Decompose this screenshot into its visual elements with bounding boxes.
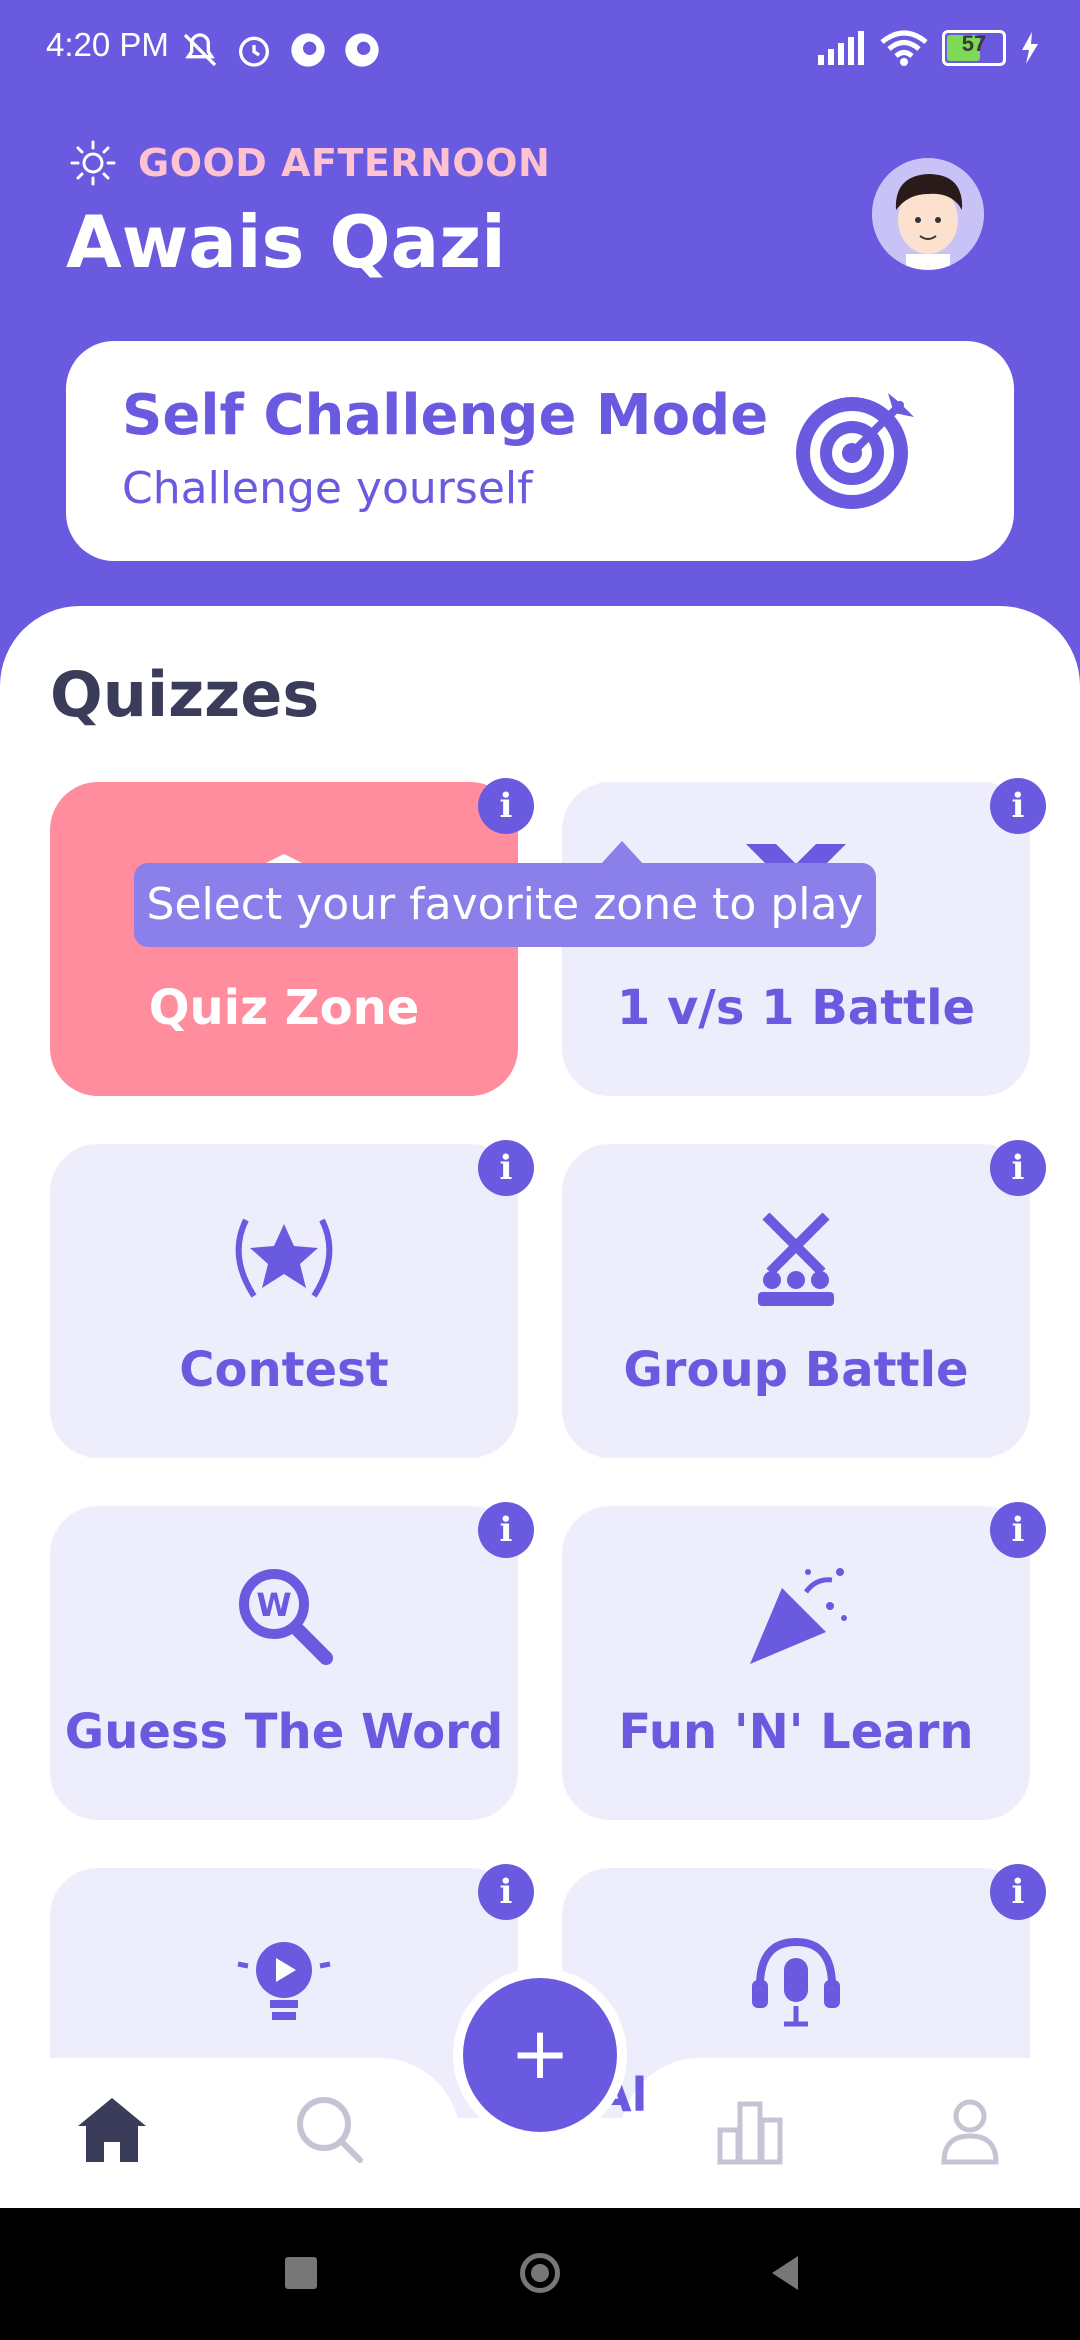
tooltip-text: Select your favorite zone to play [146,879,864,930]
user-name: Awais Qazi [66,200,506,284]
info-icon[interactable]: i [478,778,534,834]
nav-left-panel [0,2058,460,2208]
self-challenge-card[interactable]: Self Challenge Mode Challenge yourself [66,341,1014,561]
fun-learn-icon [750,1568,847,1664]
quiz-card-label: Guess The Word [64,1704,504,1760]
svg-text:W: W [256,1586,291,1624]
avatar-image [872,158,984,270]
status-time: 4:20 PM [46,26,169,63]
avatar[interactable] [872,158,984,270]
quiz-card-guess-the-word[interactable]: W Guess The Word [50,1506,518,1820]
info-icon[interactable]: i [990,1502,1046,1558]
search-icon[interactable] [290,2090,370,2170]
info-icon[interactable]: i [990,1140,1046,1196]
greeting-label: GOOD AFTERNOON [138,141,551,185]
signal-icon [818,31,864,65]
profile-icon[interactable] [930,2090,1010,2170]
quiz-card-label: Fun 'N' Learn [618,1704,974,1760]
back-icon[interactable] [760,2248,810,2298]
app-notif-icon-2 [345,33,379,67]
quiz-card-fun-n-learn[interactable]: Fun 'N' Learn [562,1506,1030,1820]
info-icon[interactable]: i [990,778,1046,834]
nav-right-panel [620,2058,1080,2208]
info-icon[interactable]: i [478,1140,534,1196]
home-circle-icon [520,2253,560,2293]
quiz-card-label: 1 v/s 1 Battle [616,980,976,1036]
alarm-icon [239,36,269,67]
home-icon[interactable] [72,2090,152,2170]
charging-icon [1022,32,1038,64]
group-battle-icon [758,1212,834,1306]
tooltip: Select your favorite zone to play [134,841,876,947]
challenge-subtitle: Challenge yourself [122,463,533,514]
app-notif-icon [291,33,325,67]
leaderboard-icon[interactable] [710,2090,790,2170]
info-icon[interactable]: i [990,1864,1046,1920]
challenge-title: Self Challenge Mode [122,383,769,448]
greeting-row: GOOD AFTERNOON [70,140,550,186]
quiz-card-label: Group Battle [623,1342,969,1398]
battery-indicator: 57 [942,30,1006,66]
quiz-card-label: Contest [179,1342,389,1398]
target-icon [796,393,914,509]
audio-icon [752,1937,840,2027]
quiz-card-label: Quiz Zone [148,980,420,1036]
contest-icon [235,1218,333,1298]
tooltip-arrow [600,841,644,865]
status-bar: 4:20 PM 57 [0,0,1080,100]
quiz-card-group-battle[interactable]: Group Battle [562,1144,1030,1458]
recents-icon [285,2257,317,2289]
sun-icon [70,140,116,186]
idea-play-icon [237,1942,331,2020]
battery-text: 57 [961,31,987,56]
status-right: 57 [818,30,1040,66]
add-fab-button[interactable]: + [463,1978,617,2132]
info-icon[interactable]: i [478,1502,534,1558]
guess-word-icon: W [239,1569,333,1665]
wifi-icon [880,30,928,66]
quiz-card-contest[interactable]: Contest [50,1144,518,1458]
recents-button[interactable] [276,2248,326,2298]
info-icon[interactable]: i [478,1864,534,1920]
home-system-button[interactable] [515,2248,565,2298]
home-circle-dot [531,2264,549,2282]
quizzes-title: Quizzes [50,658,320,731]
system-navigation-bar [0,2208,1080,2340]
mute-icon [183,33,217,67]
status-icons [180,30,382,70]
quizzes-sheet: Quizzes Quiz Zone i 1 v/s 1 Battle i Con… [0,606,1080,2182]
